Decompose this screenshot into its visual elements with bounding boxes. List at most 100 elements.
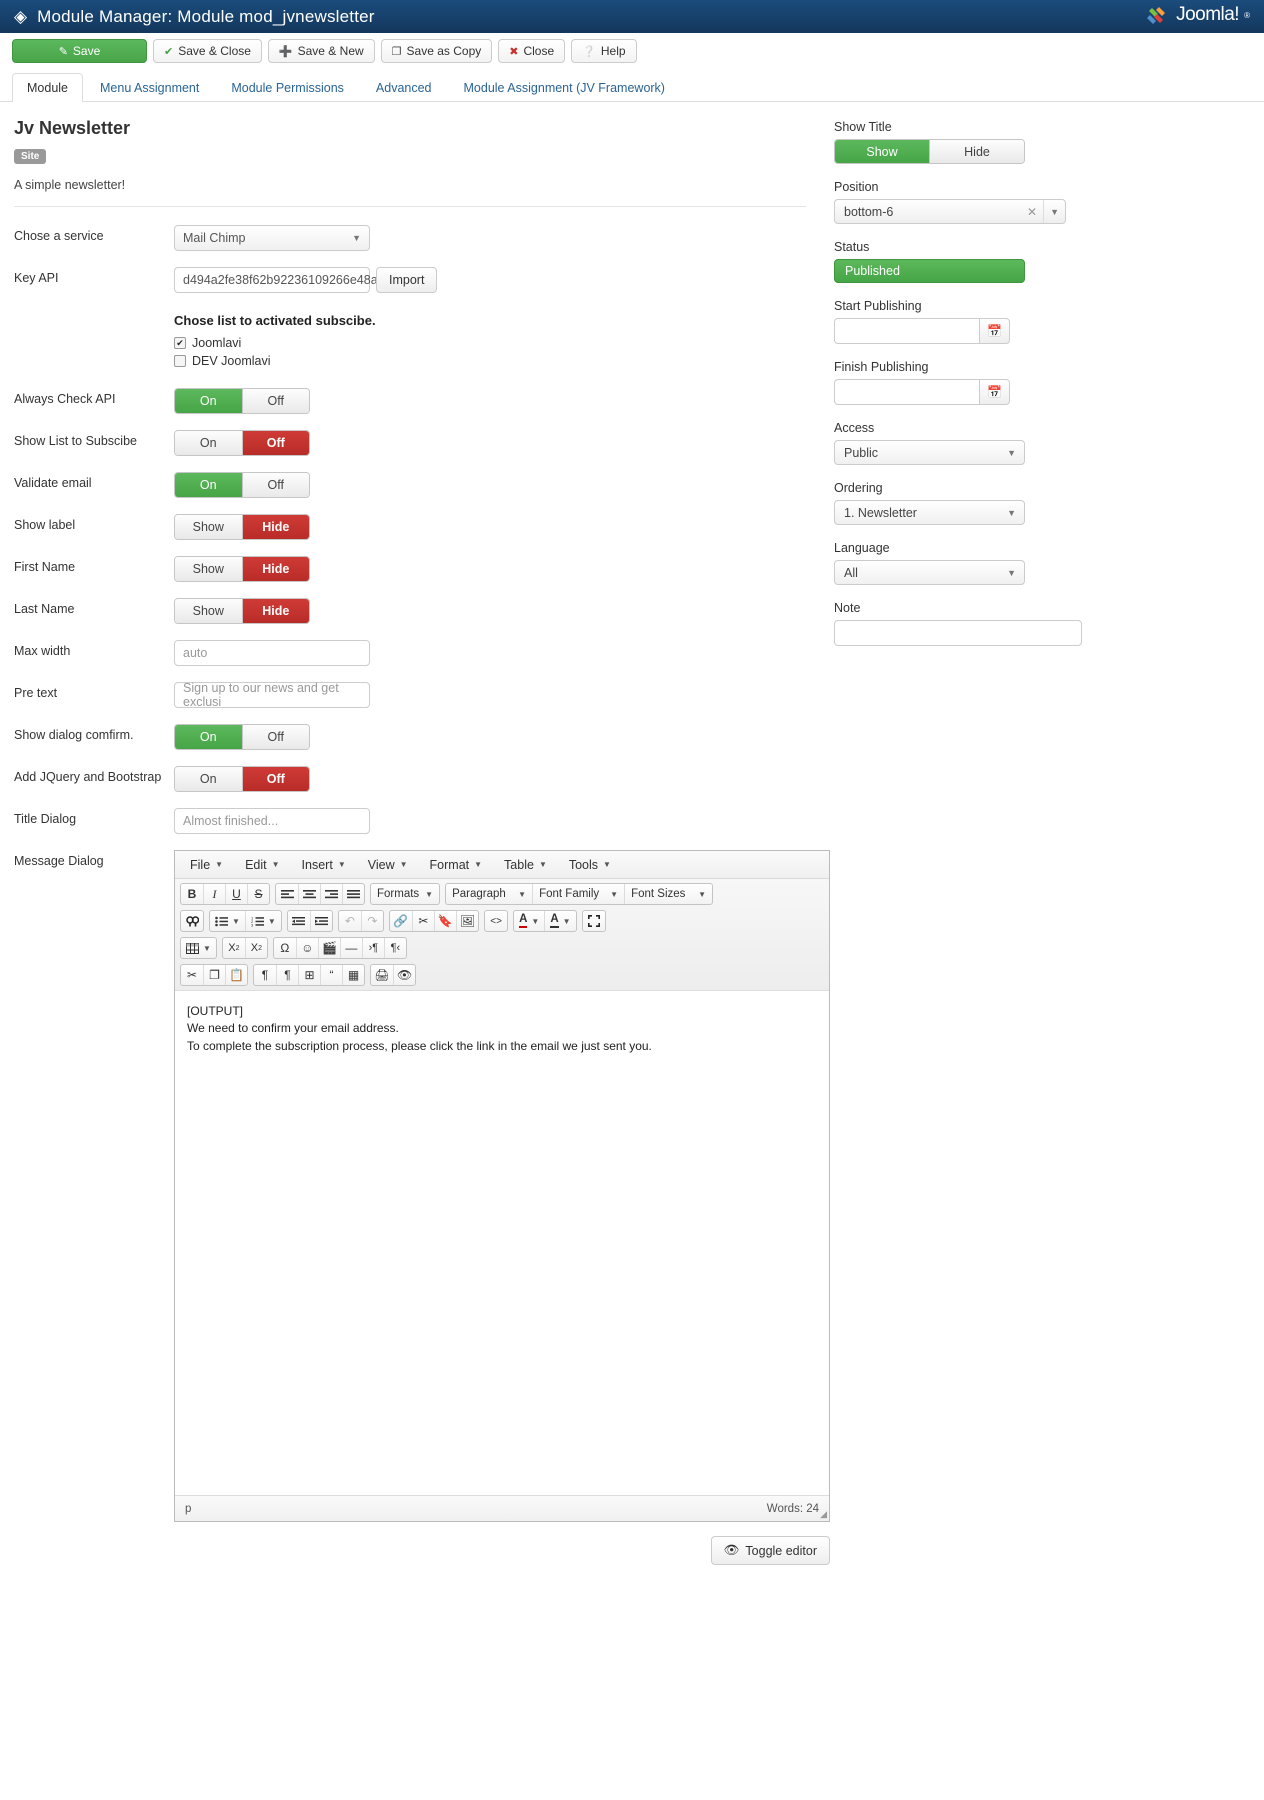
cut-icon[interactable]: ✂ — [181, 965, 203, 985]
toggle-add-jquery[interactable]: On Off — [174, 766, 310, 792]
show-title-show-option[interactable]: Show — [835, 140, 929, 163]
undo-icon[interactable]: ↶ — [339, 911, 361, 931]
menu-view[interactable]: View ▼ — [357, 851, 419, 878]
position-select[interactable]: bottom-6 ✕ ▼ — [834, 199, 1066, 224]
resize-handle-icon[interactable]: ◢ — [820, 1509, 827, 1520]
toggle-hide-option[interactable]: Hide — [241, 557, 309, 581]
superscript-icon[interactable]: X2 — [244, 938, 267, 958]
show-title-hide-option[interactable]: Hide — [929, 140, 1024, 163]
import-button[interactable]: Import — [376, 267, 438, 293]
align-right-icon[interactable] — [320, 884, 342, 904]
start-publishing-input[interactable] — [834, 318, 979, 344]
tab-advanced[interactable]: Advanced — [361, 73, 447, 102]
toggle-off-option[interactable]: Off — [241, 389, 309, 413]
italic-icon[interactable]: I — [203, 884, 225, 904]
toggle-first-name[interactable]: Show Hide — [174, 556, 310, 582]
list-item[interactable]: ✔ Joomlavi — [174, 336, 806, 350]
save-button[interactable]: ✎ Save — [12, 39, 147, 63]
align-justify-icon[interactable] — [342, 884, 364, 904]
toggle-on-option[interactable]: On — [175, 725, 242, 749]
checkbox-dev-joomlavi[interactable] — [174, 355, 186, 367]
finish-publishing-input[interactable] — [834, 379, 979, 405]
toggle-show-option[interactable]: Show — [175, 515, 242, 539]
toggle-off-option[interactable]: Off — [241, 431, 309, 455]
insert-template-icon[interactable]: ⊞ — [298, 965, 320, 985]
preview-icon[interactable]: 👁 — [393, 965, 415, 985]
redo-icon[interactable]: ↷ — [360, 911, 383, 931]
search-replace-icon[interactable] — [181, 911, 203, 931]
show-blocks-icon[interactable]: ¶ — [276, 965, 298, 985]
menu-insert[interactable]: Insert ▼ — [291, 851, 357, 878]
editor-content-area[interactable]: [OUTPUT] We need to confirm your email a… — [175, 990, 829, 1495]
save-new-button[interactable]: ➕ Save & New — [267, 39, 375, 63]
outdent-icon[interactable] — [288, 911, 310, 931]
note-input[interactable] — [834, 620, 1082, 646]
toggle-show-option[interactable]: Show — [175, 599, 242, 623]
ltr-icon[interactable]: ›¶ — [361, 938, 384, 958]
close-button[interactable]: ✖ Close — [498, 39, 566, 63]
menu-format[interactable]: Format ▼ — [419, 851, 494, 878]
anchor-icon[interactable]: 🔖 — [433, 911, 456, 931]
toggle-show-option[interactable]: Show — [175, 557, 242, 581]
menu-edit[interactable]: Edit ▼ — [234, 851, 290, 878]
toggle-show-label[interactable]: Show Hide — [174, 514, 310, 540]
toggle-always-check-api[interactable]: On Off — [174, 388, 310, 414]
page-break-icon[interactable]: ▦ — [342, 965, 364, 985]
toggle-validate-email[interactable]: On Off — [174, 472, 310, 498]
element-path[interactable]: p — [185, 1503, 191, 1515]
save-close-button[interactable]: ✔ Save & Close — [153, 39, 262, 63]
toggle-editor-button[interactable]: 👁 Toggle editor — [710, 1536, 830, 1565]
copy-icon[interactable]: ❐ — [203, 965, 225, 985]
list-item[interactable]: DEV Joomlavi — [174, 354, 806, 368]
title-dialog-input[interactable]: Almost finished... — [174, 808, 370, 834]
special-character-icon[interactable]: Ω — [274, 938, 296, 958]
menu-file[interactable]: File ▼ — [179, 851, 234, 878]
pre-text-input[interactable]: Sign up to our news and get exclusi — [174, 681, 370, 709]
paste-icon[interactable]: 📋 — [225, 965, 247, 985]
toggle-show-dialog[interactable]: On Off — [174, 724, 310, 750]
tab-module-assignment-jv[interactable]: Module Assignment (JV Framework) — [449, 73, 680, 102]
rtl-icon[interactable]: ¶‹ — [383, 938, 406, 958]
strikethrough-icon[interactable]: S — [247, 884, 269, 904]
align-center-icon[interactable] — [298, 884, 320, 904]
bullet-list-icon[interactable]: ▼ — [210, 911, 245, 931]
checkbox-joomlavi[interactable]: ✔ — [174, 337, 186, 349]
key-api-input[interactable]: d494a2fe38f62b92236109266e48a6 — [174, 267, 385, 293]
toggle-on-option[interactable]: On — [175, 767, 242, 791]
font-sizes-dropdown[interactable]: Font Sizes ▼ — [624, 884, 712, 904]
toggle-off-option[interactable]: Off — [241, 473, 309, 497]
tab-module[interactable]: Module — [12, 73, 83, 102]
bold-icon[interactable]: B — [181, 884, 203, 904]
calendar-icon[interactable]: 📅 — [979, 318, 1010, 344]
tab-menu-assignment[interactable]: Menu Assignment — [85, 73, 214, 102]
paste-text-icon[interactable]: ¶ — [254, 965, 276, 985]
toggle-show-title[interactable]: Show Hide — [834, 139, 1025, 164]
toggle-on-option[interactable]: On — [175, 473, 242, 497]
toggle-on-option[interactable]: On — [175, 431, 242, 455]
service-select[interactable]: Mail Chimp ▼ — [174, 225, 370, 251]
print-icon[interactable]: 🖨 — [371, 965, 393, 985]
calendar-icon[interactable]: 📅 — [979, 379, 1010, 405]
table-icon[interactable]: ▼ — [181, 938, 216, 958]
status-select[interactable]: Published — [834, 259, 1025, 283]
numbered-list-icon[interactable]: 123 ▼ — [244, 911, 281, 931]
max-width-input[interactable]: auto — [174, 640, 370, 666]
underline-icon[interactable]: U — [225, 884, 247, 904]
menu-tools[interactable]: Tools ▼ — [558, 851, 622, 878]
font-family-dropdown[interactable]: Font Family ▼ — [532, 884, 624, 904]
formats-dropdown[interactable]: Formats ▼ — [371, 884, 439, 904]
menu-table[interactable]: Table ▼ — [493, 851, 558, 878]
language-select[interactable]: All ▼ — [834, 560, 1025, 585]
horizontal-rule-icon[interactable]: — — [339, 938, 362, 958]
toggle-off-option[interactable]: Off — [241, 767, 309, 791]
fullscreen-icon[interactable] — [583, 911, 605, 931]
toggle-off-option[interactable]: Off — [241, 725, 309, 749]
clear-icon[interactable]: ✕ — [1027, 205, 1037, 219]
background-color-icon[interactable]: A ▼ — [544, 911, 575, 931]
blockquote-icon[interactable]: “ — [320, 965, 342, 985]
text-color-icon[interactable]: A ▼ — [514, 911, 544, 931]
help-button[interactable]: ❔ Help — [571, 39, 637, 63]
indent-icon[interactable] — [309, 911, 332, 931]
tab-module-permissions[interactable]: Module Permissions — [216, 73, 359, 102]
save-as-copy-button[interactable]: ❐ Save as Copy — [380, 39, 493, 63]
